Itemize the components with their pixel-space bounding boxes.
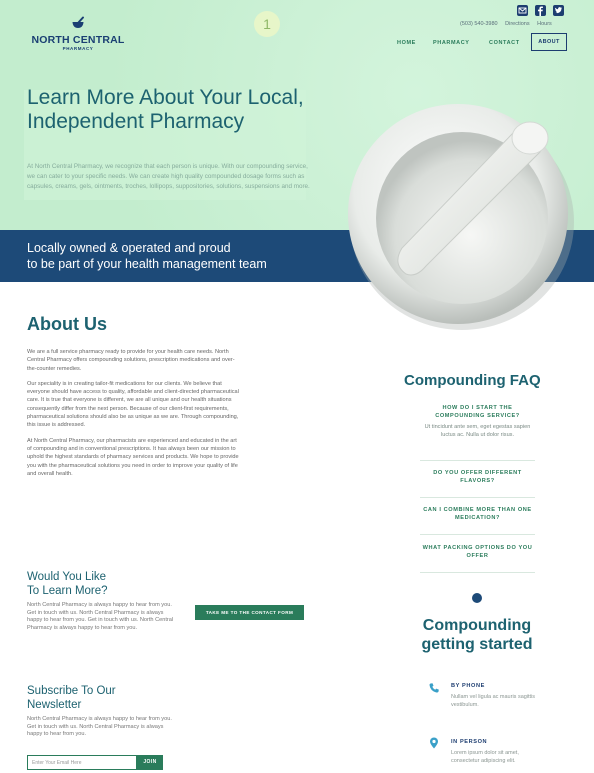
about-paragraph: At North Central Pharmacy, our pharmacis… [27, 437, 239, 477]
top-links: (503) 540-3980 Directions Hours [460, 21, 558, 27]
newsletter-title-line-1: Subscribe To Our [27, 685, 116, 697]
newsletter-text: North Central Pharmacy is always happy t… [27, 716, 172, 738]
phone-link[interactable]: (503) 540-3980 [460, 21, 498, 27]
directions-link[interactable]: Directions [505, 21, 529, 27]
faq-item[interactable]: CAN I COMBINE MORE THAN ONE MEDICATION? [420, 507, 535, 535]
nav-about[interactable]: ABOUT [531, 33, 567, 51]
logo-title: NORTH CENTRAL [31, 34, 125, 46]
faq-question[interactable]: CAN I COMBINE MORE THAN ONE MEDICATION? [420, 507, 535, 522]
tagline-line-1: Locally owned & operated and proud [27, 241, 231, 255]
mortar-logo-icon [72, 16, 84, 28]
faq-question[interactable]: WHAT PACKING OPTIONS DO YOU OFFER [420, 545, 535, 560]
faq-item[interactable]: WHAT PACKING OPTIONS DO YOU OFFER [420, 545, 535, 573]
newsletter-title-line-2: Newsletter [27, 699, 82, 711]
faq-title: Compounding FAQ [404, 372, 541, 389]
page-number-badge: 1 [254, 11, 280, 37]
email-icon[interactable] [517, 5, 528, 16]
about-body: We are a full service pharmacy ready to … [27, 348, 239, 485]
faq-item[interactable]: DO YOU OFFER DIFFERENT FLAVORS? [420, 470, 535, 498]
learn-more-text: North Central Pharmacy is always happy t… [27, 602, 174, 631]
by-phone-text: Nullam vel ligula ac mauris sagittis ves… [451, 694, 536, 708]
in-person-label: IN PERSON [451, 739, 488, 745]
hero-description: At North Central Pharmacy, we recognize … [27, 163, 310, 190]
about-paragraph: We are a full service pharmacy ready to … [27, 349, 235, 372]
faq-question[interactable]: HOW DO I START THE COMPOUNDING SERVICE? [420, 405, 535, 420]
site-logo[interactable]: NORTH CENTRAL PHARMACY [30, 16, 126, 51]
tagline-text: Locally owned & operated and proud to be… [27, 240, 327, 272]
mortar-and-pestle-image [348, 104, 574, 330]
learn-more-title: Would You Like To Learn More? [27, 570, 108, 598]
join-button[interactable]: JOIN [137, 755, 163, 770]
learn-more-title-line-1: Would You Like [27, 571, 107, 583]
location-pin-icon [430, 737, 438, 749]
newsletter-title: Subscribe To Our Newsletter [27, 684, 116, 712]
nav-pharmacy[interactable]: PHARMACY [433, 40, 470, 46]
email-field[interactable] [27, 755, 137, 770]
by-phone-label: BY PHONE [451, 683, 485, 689]
facebook-icon[interactable] [535, 5, 546, 16]
twitter-icon[interactable] [553, 5, 564, 16]
phone-icon [429, 683, 439, 693]
faq-answer: Ut tincidunt ante sem, eget egestas sapi… [424, 424, 531, 438]
in-person-text: Lorem ipsum dolor sit amet, consectetur … [451, 750, 519, 764]
nav-contact[interactable]: CONTACT [489, 40, 520, 46]
faq-item[interactable]: HOW DO I START THE COMPOUNDING SERVICE? … [420, 405, 535, 461]
section-dot [472, 593, 482, 603]
hero-title: Learn More About Your Local, Independent… [27, 86, 304, 133]
tagline-line-2: to be part of your health management tea… [27, 257, 267, 271]
about-paragraph: Our speciality is in creating tailor-fit… [27, 380, 239, 429]
learn-more-title-line-2: To Learn More? [27, 585, 108, 597]
logo-subtitle: PHARMACY [62, 46, 94, 51]
about-title: About Us [27, 314, 107, 334]
faq-question[interactable]: DO YOU OFFER DIFFERENT FLAVORS? [420, 470, 535, 485]
hours-link[interactable]: Hours [537, 21, 552, 27]
nav-home[interactable]: HOME [397, 40, 416, 46]
contact-form-button[interactable]: TAKE ME TO THE CONTACT FORM [195, 605, 304, 620]
getting-started-title: Compounding getting started [421, 617, 533, 653]
